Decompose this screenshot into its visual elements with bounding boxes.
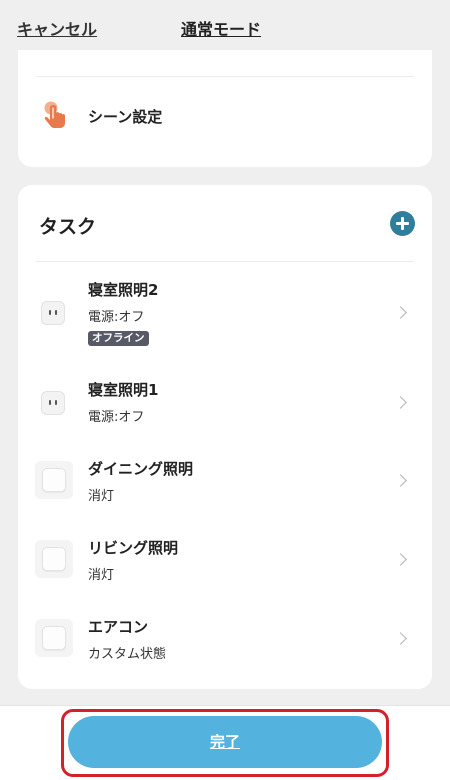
task-item-name: ダイニング照明 <box>88 460 194 478</box>
task-section-title: タスク <box>39 216 97 238</box>
divider <box>36 76 414 77</box>
wall-switch-icon <box>35 540 73 578</box>
task-item-name: エアコン <box>88 618 149 636</box>
task-item-status: 電源:オフ <box>88 410 145 425</box>
task-card: タスク 寝室照明2 電源:オフ オフライン 寝室照明1 電源:オフ ダイニング照… <box>18 185 432 689</box>
task-item-name: リビング照明 <box>88 539 179 557</box>
scene-settings-label: シーン設定 <box>88 108 163 126</box>
chevron-right-icon <box>394 553 407 566</box>
task-item-bedroom-light-2[interactable]: 寝室照明2 電源:オフ オフライン <box>18 275 432 350</box>
done-button[interactable]: 完了 <box>68 716 382 768</box>
cancel-button[interactable]: キャンセル <box>17 16 97 40</box>
task-item-dining-light[interactable]: ダイニング照明 消灯 <box>18 453 432 509</box>
scene-settings-row[interactable]: シーン設定 <box>18 96 432 136</box>
task-item-status: 電源:オフ <box>88 310 145 325</box>
plug-icon <box>41 301 65 325</box>
chevron-right-icon <box>394 474 407 487</box>
chevron-right-icon <box>394 306 407 319</box>
task-item-name: 寝室照明2 <box>88 281 159 299</box>
offline-badge: オフライン <box>88 331 149 346</box>
wall-switch-icon <box>35 619 73 657</box>
add-task-button[interactable] <box>390 211 415 236</box>
header: キャンセル 通常モード <box>0 0 450 50</box>
settings-card: シーン設定 <box>18 36 432 167</box>
task-item-name: 寝室照明1 <box>88 381 159 399</box>
task-item-status: カスタム状態 <box>88 647 167 662</box>
plug-icon <box>41 391 65 415</box>
page-title: 通常モード <box>181 20 262 39</box>
task-item-air-conditioner[interactable]: エアコン カスタム状態 <box>18 611 432 667</box>
task-item-status: 消灯 <box>88 489 115 504</box>
task-item-living-light[interactable]: リビング照明 消灯 <box>18 532 432 588</box>
chevron-right-icon <box>394 396 407 409</box>
hand-pointer-icon <box>42 100 68 130</box>
chevron-right-icon <box>394 632 407 645</box>
divider <box>36 261 414 262</box>
wall-switch-icon <box>35 461 73 499</box>
task-item-bedroom-light-1[interactable]: 寝室照明1 電源:オフ <box>18 373 432 428</box>
task-item-status: 消灯 <box>88 568 115 583</box>
app-screen: シーン設定 キャンセル 通常モード タスク 寝室照明2 電源:オフ オフライン <box>0 0 450 780</box>
